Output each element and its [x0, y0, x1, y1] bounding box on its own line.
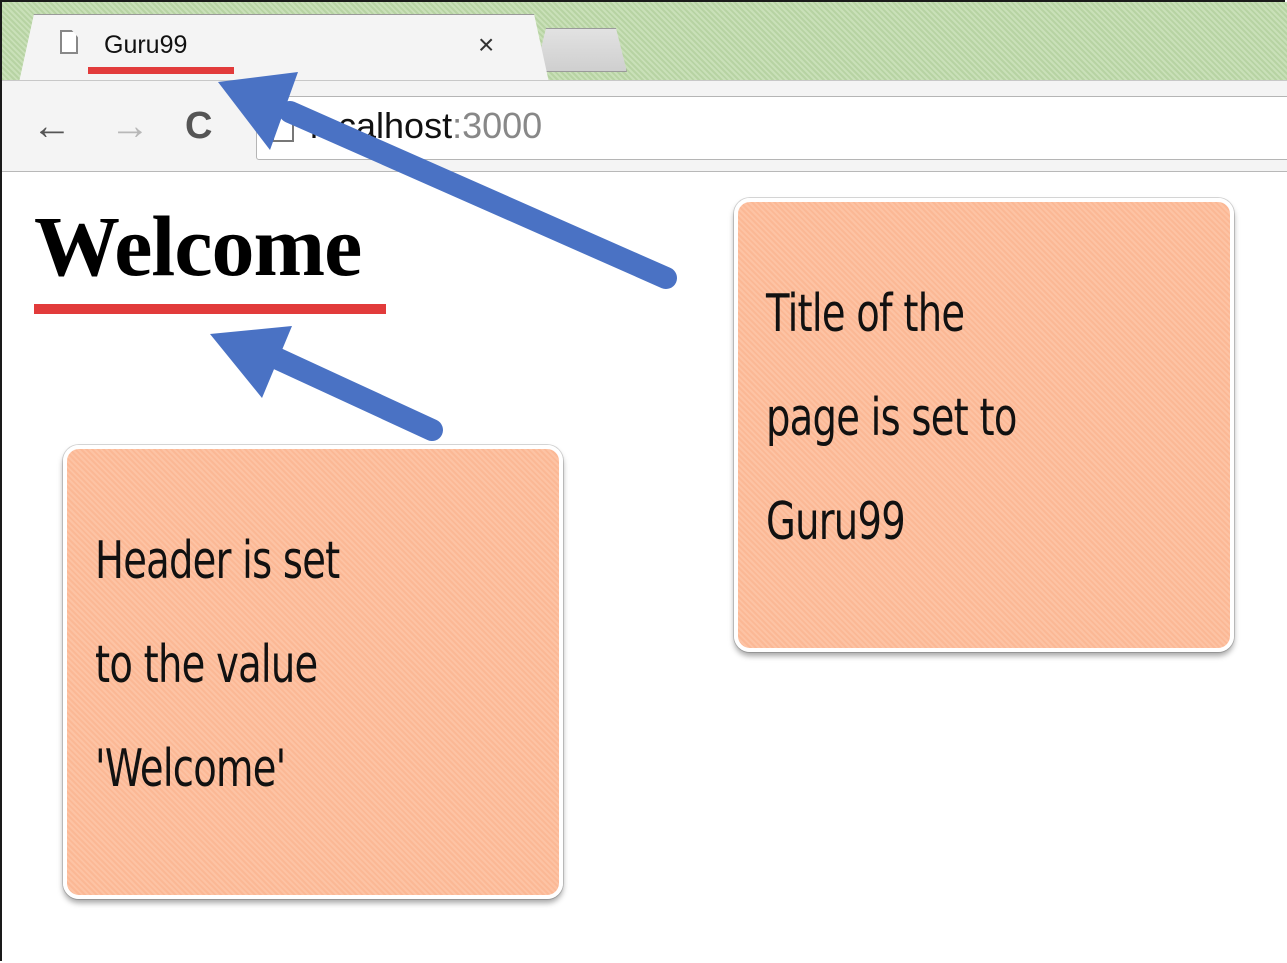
note-line: page is set to — [766, 388, 1017, 448]
back-arrow-icon[interactable]: ← — [32, 104, 72, 148]
header-note-text: Header is set to the value 'Welcome' — [95, 509, 509, 821]
tab-title-highlight — [88, 67, 234, 74]
url-host: localhost — [310, 105, 453, 146]
heading-highlight — [34, 304, 386, 314]
page-heading: Welcome — [34, 198, 362, 294]
title-note-text: Title of the page is set to Guru99 — [766, 262, 1180, 574]
title-annotation-note: Title of the page is set to Guru99 — [734, 198, 1234, 652]
new-tab-button[interactable] — [535, 28, 627, 72]
header-annotation-note: Header is set to the value 'Welcome' — [63, 445, 563, 899]
note-line: Guru99 — [766, 492, 906, 552]
close-icon[interactable]: × — [478, 30, 494, 60]
tab-guru99[interactable] — [18, 14, 550, 87]
tab-title: Guru99 — [104, 31, 188, 59]
forward-arrow-icon[interactable]: → — [110, 104, 150, 148]
note-line: Header is set — [95, 531, 340, 591]
reload-icon[interactable]: C — [185, 104, 212, 148]
note-line: Title of the — [766, 284, 965, 344]
note-line: to the value — [95, 635, 318, 695]
url-text[interactable]: localhost:3000 — [310, 104, 542, 148]
note-line: 'Welcome' — [95, 739, 286, 799]
url-port: :3000 — [452, 105, 543, 146]
